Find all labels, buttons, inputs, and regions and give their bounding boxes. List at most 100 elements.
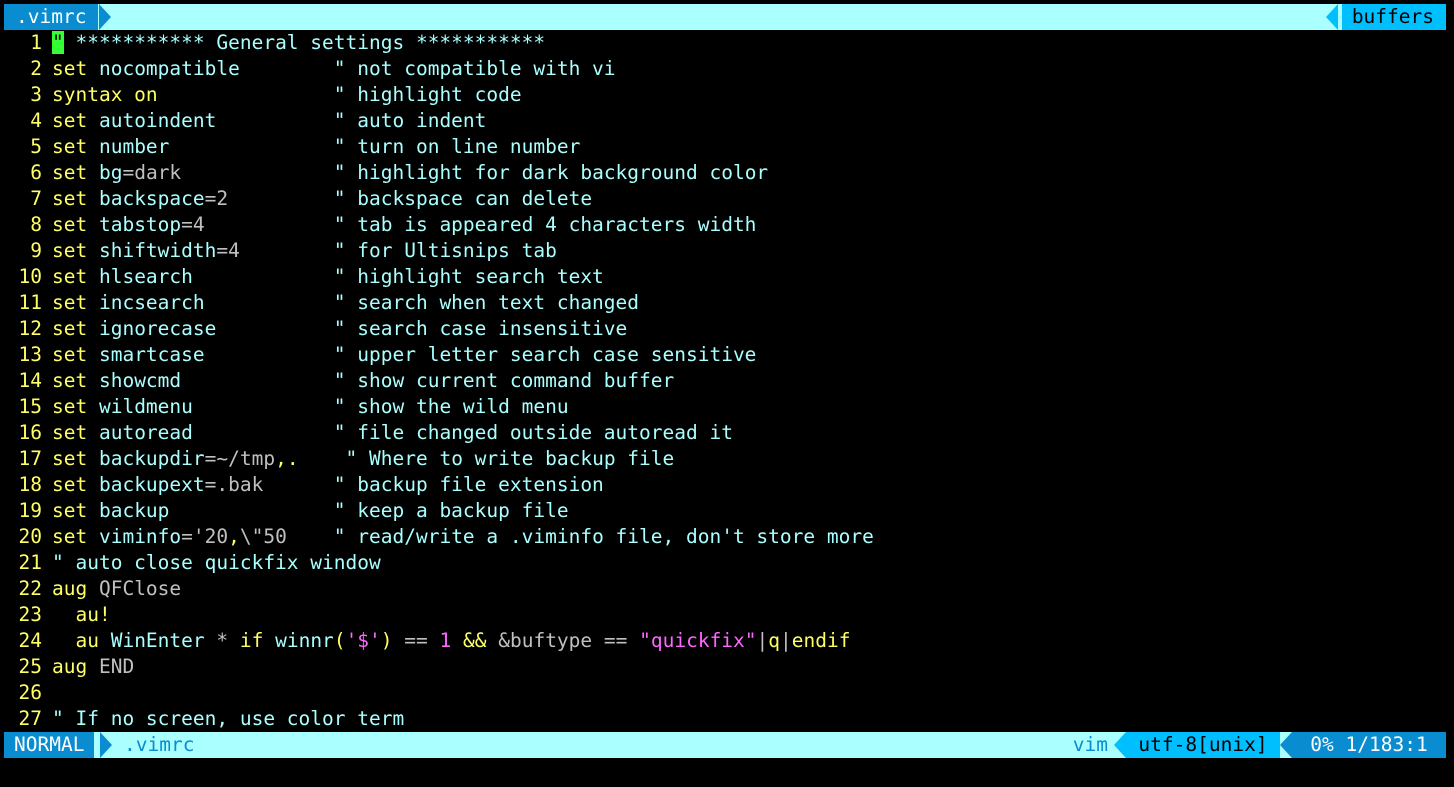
code-line[interactable]: 8 set tabstop=4 " tab is appeared 4 chara… <box>4 212 1446 238</box>
code-token: syntax on <box>52 83 158 106</box>
buffers-separator-arrow <box>1326 4 1338 30</box>
code-line[interactable]: 24 au WinEnter * if winnr('$') == 1 && &… <box>4 628 1446 654</box>
line-text: set ignorecase " search case insensitive <box>52 316 1446 342</box>
line-number: 9 <box>30 239 42 262</box>
code-line[interactable]: 14 set showcmd " show current command buf… <box>4 368 1446 394</box>
code-token: =4 <box>181 213 334 236</box>
code-token: &buftype == <box>498 629 640 652</box>
line-number: 25 <box>18 655 42 678</box>
status-filetype: vim <box>1072 733 1108 756</box>
code-token: winnr <box>263 629 334 652</box>
code-token: set <box>52 421 88 444</box>
code-token: =2 <box>204 187 334 210</box>
code-token: " search case insensitive <box>333 317 628 340</box>
code-token: tabstop <box>87 213 182 236</box>
code-line[interactable]: 10 set hlsearch " highlight search text <box>4 264 1446 290</box>
code-token: " not compatible with vi <box>333 57 616 80</box>
line-text: set autoread " file changed outside auto… <box>52 420 1446 446</box>
code-token: aug <box>52 655 88 678</box>
code-line[interactable]: 25 aug END <box>4 654 1446 680</box>
line-text: aug QFClose <box>52 576 1446 602</box>
code-line[interactable]: 11 set incsearch " search when text chang… <box>4 290 1446 316</box>
code-line[interactable]: 5 set number " turn on line number <box>4 134 1446 160</box>
code-token: * <box>204 629 240 652</box>
code-token: " tab is appeared 4 characters width <box>333 213 757 236</box>
code-line[interactable]: 26 <box>4 680 1446 706</box>
code-line[interactable]: 23 au! <box>4 602 1446 628</box>
mode-indicator: NORMAL <box>4 732 95 758</box>
code-line[interactable]: 1 " *********** General settings ********… <box>4 30 1446 56</box>
line-text: " auto close quickfix window <box>52 550 1446 576</box>
code-token: smartcase <box>87 343 334 366</box>
code-token: *********** General settings *********** <box>63 31 546 54</box>
line-number: 6 <box>30 161 42 184</box>
line-number: 4 <box>30 109 42 132</box>
code-token: set <box>52 473 88 496</box>
code-token: " upper letter search case sensitive <box>333 343 757 366</box>
code-token: ='20 <box>181 525 229 548</box>
code-token: " highlight search text <box>333 265 604 288</box>
code-token: ignorecase <box>87 317 334 340</box>
code-token: number <box>87 135 334 158</box>
line-text: set number " turn on line number <box>52 134 1446 160</box>
code-line[interactable]: 17 set backupdir=~/tmp,. " Where to write… <box>4 446 1446 472</box>
code-token: set <box>52 265 88 288</box>
code-line[interactable]: 3 syntax on " highlight code <box>4 82 1446 108</box>
line-number: 26 <box>18 681 42 704</box>
code-line[interactable]: 27 " If no screen, use color term <box>4 706 1446 732</box>
code-token: set <box>52 525 88 548</box>
code-token: autoindent <box>87 109 334 132</box>
editor-buffer[interactable]: 1 " *********** General settings ********… <box>4 30 1446 732</box>
code-token: " Where to write backup file <box>345 447 675 470</box>
line-number: 22 <box>18 577 42 600</box>
code-token: set <box>52 291 88 314</box>
line-number: 12 <box>18 317 42 340</box>
code-token: == <box>392 629 440 652</box>
line-text: set showcmd " show current command buffe… <box>52 368 1446 394</box>
tab-vimrc[interactable]: .vimrc <box>4 4 99 30</box>
code-token: " backup file extension <box>333 473 604 496</box>
code-line[interactable]: 7 set backspace=2 " backspace can delete <box>4 186 1446 212</box>
line-text: set tabstop=4 " tab is appeared 4 charac… <box>52 212 1446 238</box>
line-text: " If no screen, use color term <box>52 706 1446 732</box>
code-line[interactable]: 15 set wildmenu " show the wild menu <box>4 394 1446 420</box>
code-token: " turn on line number <box>333 135 581 158</box>
code-token: " highlight code <box>333 83 522 106</box>
code-line[interactable]: 6 set bg=dark " highlight for dark backgr… <box>4 160 1446 186</box>
encoding-separator-arrow <box>1114 732 1126 758</box>
code-line[interactable]: 21 " auto close quickfix window <box>4 550 1446 576</box>
code-token: , <box>228 525 240 548</box>
code-token: hlsearch <box>87 265 334 288</box>
code-token: " read/write a .viminfo file, don't stor… <box>333 525 874 548</box>
code-token: if <box>239 629 264 652</box>
code-line[interactable]: 2 set nocompatible " not compatible with … <box>4 56 1446 82</box>
code-line[interactable]: 22 aug QFClose <box>4 576 1446 602</box>
mode-separator-arrow <box>100 732 112 758</box>
code-token: set <box>52 239 88 262</box>
line-number: 2 <box>30 57 42 80</box>
code-line[interactable]: 4 set autoindent " auto indent <box>4 108 1446 134</box>
line-number: 8 <box>30 213 42 236</box>
code-line[interactable]: 16 set autoread " file changed outside au… <box>4 420 1446 446</box>
line-text: set autoindent " auto indent <box>52 108 1446 134</box>
code-line[interactable]: 12 set ignorecase " search case insensiti… <box>4 316 1446 342</box>
code-token: au <box>52 629 99 652</box>
code-token: set <box>52 161 88 184</box>
code-token: =~/tmp <box>204 447 276 470</box>
line-text: au! <box>52 602 1446 628</box>
code-line[interactable]: 20 set viminfo='20,\"50 " read/write a .v… <box>4 524 1446 550</box>
line-text: set backup " keep a backup file <box>52 498 1446 524</box>
code-line[interactable]: 9 set shiftwidth=4 " for Ultisnips tab <box>4 238 1446 264</box>
code-line[interactable]: 19 set backup " keep a backup file <box>4 498 1446 524</box>
code-line[interactable]: 18 set backupext=.bak " backup file exten… <box>4 472 1446 498</box>
code-token: " for Ultisnips tab <box>333 239 557 262</box>
code-token: backup <box>87 499 334 522</box>
line-text: set bg=dark " highlight for dark backgro… <box>52 160 1446 186</box>
line-text: set backupext=.bak " backup file extensi… <box>52 472 1446 498</box>
line-number: 23 <box>18 603 42 626</box>
line-text: set hlsearch " highlight search text <box>52 264 1446 290</box>
line-text: set backspace=2 " backspace can delete <box>52 186 1446 212</box>
code-line[interactable]: 13 set smartcase " upper letter search ca… <box>4 342 1446 368</box>
